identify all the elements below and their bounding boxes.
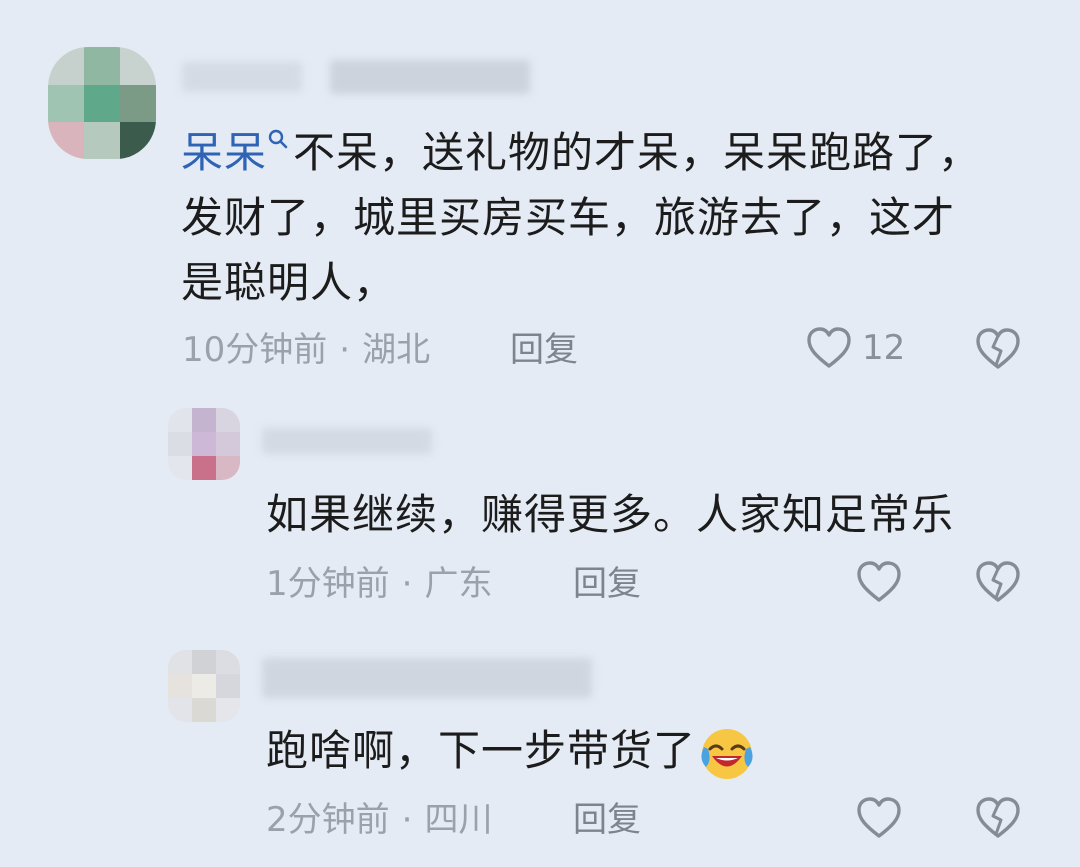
location: 湖北 bbox=[362, 330, 431, 370]
location: 四川 bbox=[424, 800, 493, 840]
crying-laughing-emoji bbox=[701, 728, 753, 779]
comment-meta: 10分钟前 · 湖北 bbox=[182, 330, 431, 370]
location: 广东 bbox=[424, 564, 493, 604]
like-button[interactable]: 12 bbox=[806, 326, 905, 370]
avatar[interactable] bbox=[48, 47, 156, 159]
username-blurred[interactable] bbox=[330, 60, 530, 94]
comment-meta: 2分钟前 · 四川 bbox=[266, 800, 493, 840]
reply-button[interactable]: 回复 bbox=[573, 800, 641, 840]
broken-heart-icon[interactable] bbox=[975, 560, 1021, 604]
timestamp: 1分钟前 bbox=[266, 564, 390, 604]
search-icon bbox=[268, 129, 288, 149]
timestamp: 10分钟前 bbox=[182, 330, 328, 370]
comment-text: 跑啥啊，下一步带货了 bbox=[266, 718, 1046, 783]
comment-meta: 1分钟前 · 广东 bbox=[266, 564, 493, 604]
avatar[interactable] bbox=[168, 650, 240, 722]
reply-button[interactable]: 回复 bbox=[573, 564, 641, 604]
timestamp: 2分钟前 bbox=[266, 800, 390, 840]
comment-text: 呆呆 不呆，送礼物的才呆，呆呆跑路了， 发财了，城里买房买车，旅游去了，这才 是聪… bbox=[181, 128, 982, 307]
username-blurred[interactable] bbox=[182, 62, 302, 92]
comment-text: 如果继续，赚得更多。人家知足常乐 bbox=[266, 490, 955, 539]
heart-outline-icon bbox=[857, 797, 901, 838]
username-blurred[interactable] bbox=[262, 428, 432, 454]
comment-2: 如果继续，赚得更多。人家知足常乐 1分钟前 · 广东 回复 bbox=[0, 390, 1080, 630]
heart-outline-icon bbox=[807, 327, 851, 368]
comment-1: 呆呆 不呆，送礼物的才呆，呆呆跑路了， 发财了，城里买房买车，旅游去了，这才 是聪… bbox=[0, 0, 1080, 390]
like-button[interactable] bbox=[856, 560, 902, 604]
reply-button[interactable]: 回复 bbox=[510, 330, 578, 370]
heart-outline-icon bbox=[857, 561, 901, 602]
like-count: 12 bbox=[862, 328, 906, 368]
avatar[interactable] bbox=[168, 408, 240, 480]
like-button[interactable] bbox=[856, 796, 902, 840]
mention-link[interactable]: 呆呆 bbox=[181, 128, 293, 177]
broken-heart-icon[interactable] bbox=[975, 327, 1021, 371]
comment-3: 跑啥啊，下一步带货了 2分钟前 · 四川 回复 bbox=[0, 630, 1080, 867]
broken-heart-icon[interactable] bbox=[975, 796, 1021, 840]
username-blurred[interactable] bbox=[262, 658, 592, 698]
